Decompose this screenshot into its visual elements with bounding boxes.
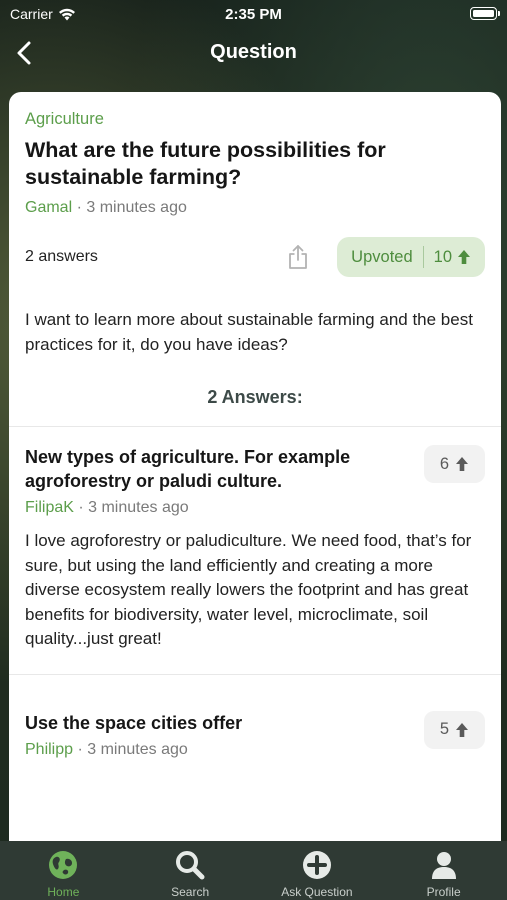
question-author[interactable]: Gamal (25, 199, 72, 216)
tab-bar: Home Search Ask Question Profile (0, 841, 507, 900)
share-icon[interactable] (287, 244, 309, 270)
question-actions: 2 answers Upvoted 10 (25, 237, 485, 277)
tab-search-label: Search (171, 885, 210, 899)
plus-circle-icon (300, 848, 334, 882)
tab-search[interactable]: Search (127, 841, 254, 900)
answer-title: Use the space cities offer (25, 712, 243, 733)
category-link[interactable]: Agriculture (25, 110, 485, 129)
answer-upvote-button[interactable]: 6 (424, 445, 485, 483)
globe-icon (46, 848, 80, 882)
tab-ask-question-label: Ask Question (281, 885, 353, 899)
page-title: Question (210, 41, 297, 63)
answer-meta: Philipp · 3 minutes ago (25, 741, 485, 759)
tab-ask-question[interactable]: Ask Question (254, 841, 381, 900)
answer-author[interactable]: Philipp (25, 741, 73, 758)
upvote-button[interactable]: Upvoted 10 (337, 237, 485, 277)
answer-count: 2 answers (25, 248, 98, 265)
answer-title: New types of agriculture. For example ag… (25, 447, 351, 491)
question-card: Agriculture What are the future possibil… (9, 92, 501, 842)
question-body: I want to learn more about sustainable f… (25, 310, 473, 354)
upvote-label: Upvoted (351, 247, 413, 266)
answer-vote-count: 6 (439, 454, 450, 473)
arrow-up-icon (456, 457, 469, 471)
status-bar: Carrier 2:35 PM (0, 0, 507, 28)
answer-upvote-button[interactable]: 5 (424, 710, 485, 749)
answer-body: I love agroforestry or paludiculture. We… (25, 531, 472, 648)
answer-time: · 3 minutes ago (78, 499, 189, 516)
answer-meta: FilipaK · 3 minutes ago (25, 499, 485, 517)
tab-profile-label: Profile (426, 885, 461, 899)
battery-icon (470, 7, 500, 20)
answer-time: · 3 minutes ago (77, 740, 188, 758)
upvote-separator (422, 246, 424, 268)
tab-home-label: Home (47, 885, 80, 899)
tab-profile[interactable]: Profile (380, 841, 507, 900)
answer-item: Use the space cities offer Philipp · 3 m… (9, 675, 501, 781)
question-meta: Gamal · 3 minutes ago (25, 199, 485, 217)
status-time: 2:35 PM (225, 6, 282, 23)
arrow-up-icon (458, 250, 470, 264)
search-icon (173, 848, 207, 882)
answer-item: New types of agriculture. For example ag… (9, 427, 501, 674)
person-icon (427, 848, 461, 882)
arrow-up-icon (456, 722, 469, 737)
answer-author[interactable]: FilipaK (25, 499, 74, 516)
answer-vote-count: 5 (439, 720, 450, 738)
upvote-count: 10 (434, 248, 471, 267)
upvote-count-value: 10 (433, 247, 452, 266)
question-time: · 3 minutes ago (76, 199, 187, 216)
question-section: Agriculture What are the future possibil… (9, 92, 501, 426)
question-title: What are the future possibilities for su… (25, 138, 386, 189)
navigation-bar: Question (0, 28, 507, 78)
answers-heading: 2 Answers: (207, 387, 303, 407)
tab-home[interactable]: Home (0, 841, 127, 900)
